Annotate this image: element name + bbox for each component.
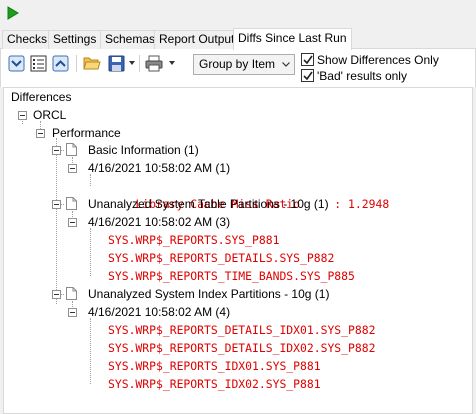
diff-item-text: SYS.WRP$_REPORTS_IDX02.SYS_P881	[108, 377, 321, 391]
tree-node-label: 4/16/2021 10:58:02 AM (1)	[88, 161, 231, 175]
tree-node-orcl[interactable]: ORCL	[33, 106, 66, 124]
tree-node-label: Differences	[11, 90, 72, 104]
tab-settings[interactable]: Settings	[48, 30, 102, 49]
tree-node-diff-item[interactable]: SYS.WRP$_REPORTS.SYS_P881	[108, 231, 279, 249]
tab-bar: Checks Settings Schemas Report Output Di…	[0, 28, 476, 50]
tree-node-run[interactable]: 4/16/2021 10:58:02 AM (3)	[88, 213, 230, 231]
diff-item-text: SYS.WRP$_REPORTS_DETAILS.SYS_P882	[108, 251, 335, 265]
open-button[interactable]	[83, 54, 101, 72]
tree-node-label: ORCL	[33, 108, 67, 122]
expand-all-button[interactable]	[7, 54, 25, 72]
tree-node-group[interactable]: Unanalyzed System Index Partitions - 10g…	[88, 285, 329, 303]
collapse-icon[interactable]	[68, 218, 77, 227]
toolbar-separator	[139, 55, 140, 72]
group-by-value: Group by Item	[199, 57, 276, 71]
tree-connector	[56, 138, 57, 304]
collapse-icon[interactable]	[52, 290, 61, 299]
collapse-icon[interactable]	[68, 164, 77, 173]
tab-checks[interactable]: Checks	[2, 30, 53, 49]
tree-node-diff-item[interactable]: SYS.WRP$_REPORTS_TIME_BANDS.SYS_P885	[108, 267, 355, 285]
diff-item-text: SYS.WRP$_REPORTS_DETAILS_IDX01.SYS_P882	[108, 323, 376, 337]
tab-label: Schemas	[105, 32, 156, 46]
collapse-all-button[interactable]	[51, 54, 69, 72]
run-button[interactable]	[4, 4, 22, 22]
tab-report-output[interactable]: Report Output	[154, 30, 240, 49]
tree-node-group[interactable]: Basic Information (1)	[88, 141, 199, 159]
toolbar: Group by Item Show Differences Only 'Bad…	[0, 49, 476, 87]
print-button[interactable]	[145, 54, 163, 72]
differences-tree[interactable]: Differences ORCL Performance Basic Infor…	[3, 87, 473, 414]
tree-node-label: Performance	[52, 126, 121, 140]
bad-results-only-label: 'Bad' results only	[317, 68, 407, 83]
save-dropdown-arrow[interactable]	[129, 61, 135, 65]
show-differences-only-label: Show Differences Only	[317, 52, 439, 67]
tree-node-diff-item[interactable]: Library Cache Miss Ratio : 1.2948	[108, 177, 389, 211]
tab-label: Report Output	[159, 32, 235, 46]
tree-node-group[interactable]: Unanalyzed System Table Partitions - 10g…	[88, 195, 329, 213]
show-differences-only-checkbox[interactable]	[301, 53, 314, 66]
document-icon	[66, 197, 77, 210]
collapse-icon[interactable]	[52, 200, 61, 209]
toolbar-separator	[76, 55, 77, 72]
group-by-select[interactable]: Group by Item	[193, 54, 295, 75]
diff-item-text: SYS.WRP$_REPORTS.SYS_P881	[108, 233, 280, 247]
tree-connector	[90, 228, 91, 276]
chevron-down-icon	[282, 62, 290, 67]
tab-schemas[interactable]: Schemas	[100, 30, 161, 49]
tree-node-label: Basic Information (1)	[88, 143, 199, 157]
tab-label: Settings	[53, 32, 97, 46]
save-button[interactable]	[107, 54, 125, 72]
diff-item-text: SYS.WRP$_REPORTS_DETAILS_IDX02.SYS_P882	[108, 341, 376, 355]
tree-connector	[90, 318, 91, 384]
tree-node-diff-item[interactable]: SYS.WRP$_REPORTS_IDX01.SYS_P881	[108, 357, 321, 375]
collapse-icon[interactable]	[52, 146, 61, 155]
tree-node-diff-item[interactable]: SYS.WRP$_REPORTS_IDX02.SYS_P881	[108, 375, 321, 393]
diff-item-text: SYS.WRP$_REPORTS_IDX01.SYS_P881	[108, 359, 321, 373]
tree-node-label: 4/16/2021 10:58:02 AM (4)	[88, 305, 231, 319]
tree-node-run[interactable]: 4/16/2021 10:58:02 AM (1)	[88, 159, 230, 177]
tree-node-run[interactable]: 4/16/2021 10:58:02 AM (4)	[88, 303, 230, 321]
list-view-button[interactable]	[29, 54, 47, 72]
collapse-icon[interactable]	[18, 111, 27, 120]
collapse-icon[interactable]	[68, 308, 77, 317]
top-bar	[0, 0, 476, 28]
show-differences-only-option[interactable]: Show Differences Only	[301, 52, 439, 67]
tree-node-label: Unanalyzed System Table Partitions - 10g…	[88, 197, 329, 211]
save-icon	[108, 55, 124, 71]
tree-node-diff-item[interactable]: SYS.WRP$_REPORTS_DETAILS_IDX01.SYS_P882	[108, 321, 375, 339]
bad-results-only-option[interactable]: 'Bad' results only	[301, 68, 407, 83]
tab-diffs-since-last-run[interactable]: Diffs Since Last Run	[233, 28, 352, 50]
diff-item-text: SYS.WRP$_REPORTS_TIME_BANDS.SYS_P885	[108, 269, 355, 283]
tree-node-diff-item[interactable]: SYS.WRP$_REPORTS_DETAILS_IDX02.SYS_P882	[108, 339, 375, 357]
checkmark-icon	[303, 55, 313, 65]
collapse-all-icon	[52, 55, 68, 71]
expand-all-icon	[8, 55, 24, 71]
run-icon	[7, 6, 19, 20]
collapse-icon[interactable]	[36, 129, 45, 138]
tree-node-label: 4/16/2021 10:58:02 AM (3)	[88, 215, 231, 229]
tree-node-diff-item[interactable]: SYS.WRP$_REPORTS_DETAILS.SYS_P882	[108, 249, 334, 267]
tab-label: Checks	[7, 32, 48, 46]
tree-node-label: Unanalyzed System Index Partitions - 10g…	[88, 287, 330, 301]
checkmark-icon	[303, 71, 313, 81]
document-icon	[66, 143, 77, 156]
tree-node-differences[interactable]: Differences	[11, 88, 71, 106]
tree-node-performance[interactable]: Performance	[52, 124, 121, 142]
open-folder-icon	[83, 57, 101, 70]
print-icon	[145, 55, 163, 71]
bad-results-only-checkbox[interactable]	[301, 69, 314, 82]
list-view-icon	[30, 55, 46, 71]
tab-label: Diffs Since Last Run	[238, 31, 347, 45]
print-dropdown-arrow[interactable]	[169, 61, 175, 65]
document-icon	[66, 287, 77, 300]
